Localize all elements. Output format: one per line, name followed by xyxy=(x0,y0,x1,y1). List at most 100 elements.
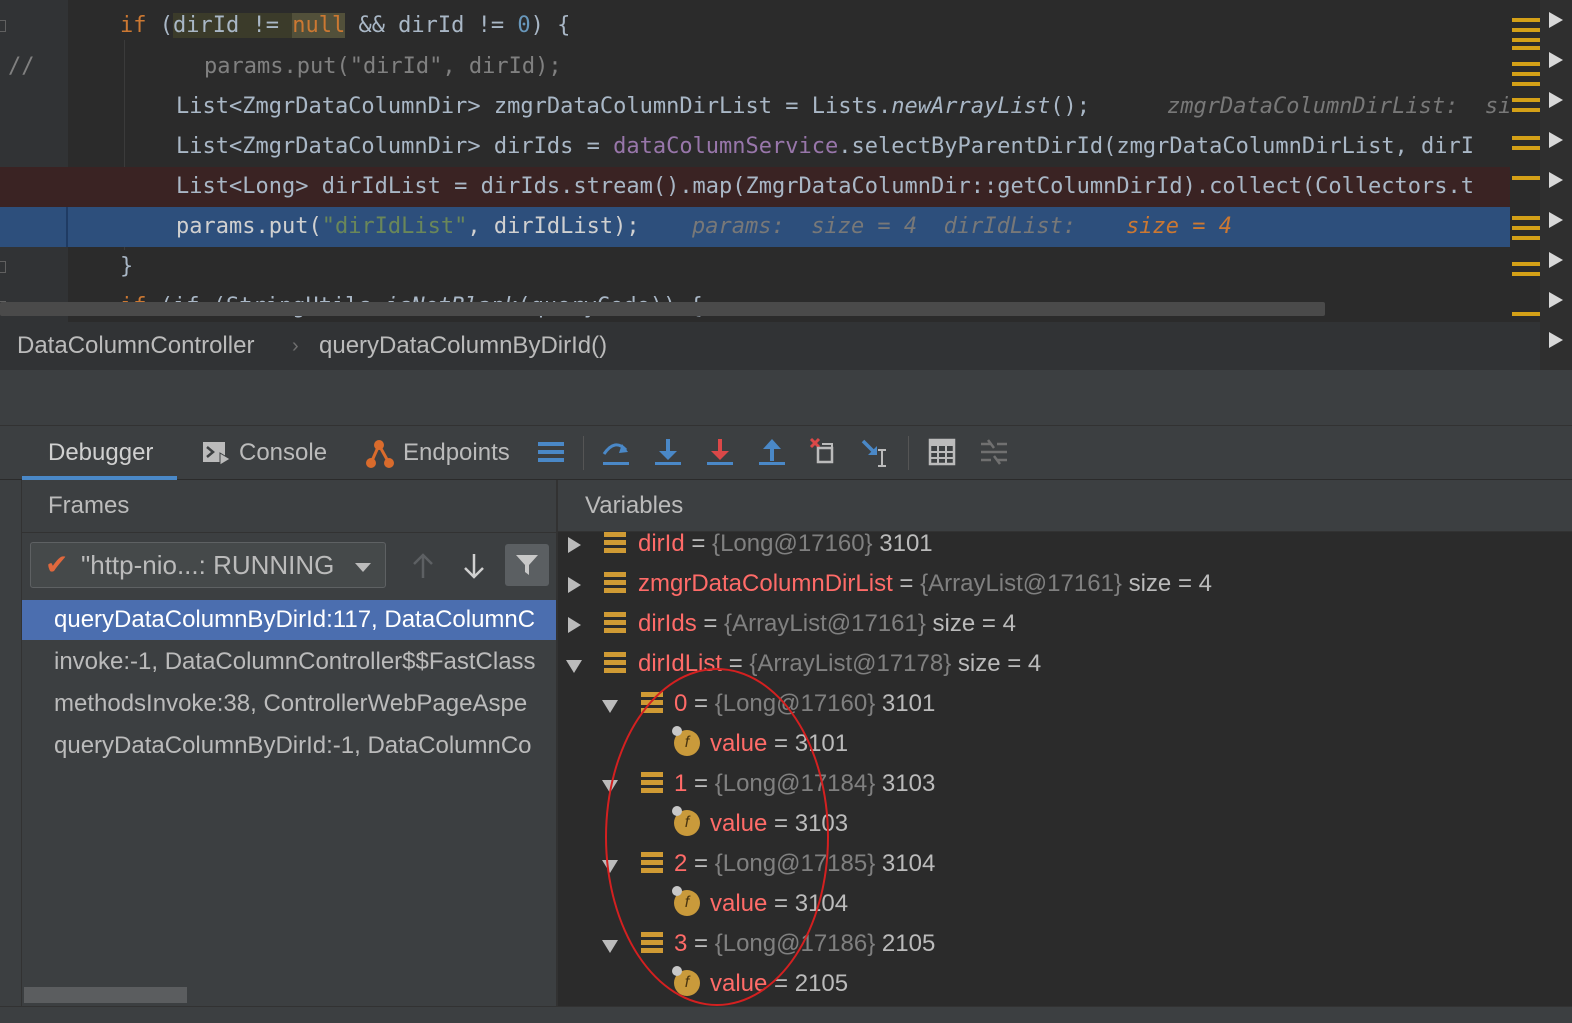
variable-icon xyxy=(604,612,626,634)
fold-icon[interactable] xyxy=(0,20,6,32)
error-stripe-marker[interactable] xyxy=(1512,108,1540,112)
error-stripe-marker[interactable] xyxy=(1512,98,1540,102)
variable-row[interactable]: dirId = {Long@17160} 3101 xyxy=(558,524,1558,564)
tab-debugger[interactable]: Debugger xyxy=(48,426,153,480)
code-text: if (dirId != null && dirId != 0) { xyxy=(120,13,571,38)
variable-value: size = 4 xyxy=(951,650,1042,677)
code-text: List<ZmgrDataColumnDir> dirIds = dataCol… xyxy=(176,134,1475,159)
play-arrow-icon[interactable] xyxy=(1549,52,1563,68)
variable-row[interactable]: zmgrDataColumnDirList = {ArrayList@17161… xyxy=(558,564,1558,604)
collapse-arrow-icon[interactable] xyxy=(602,700,618,713)
line-gutter xyxy=(0,207,68,247)
play-arrow-icon[interactable] xyxy=(1549,92,1563,108)
error-stripe-marker[interactable] xyxy=(1512,18,1540,22)
error-stripe-marker[interactable] xyxy=(1512,262,1540,266)
inline-debug-value: size = 4 xyxy=(1126,214,1232,239)
play-arrow-icon[interactable] xyxy=(1549,172,1563,188)
variable-icon xyxy=(604,652,626,674)
error-stripe-marker[interactable] xyxy=(1512,236,1540,240)
play-arrow-icon[interactable] xyxy=(1549,332,1563,348)
error-stripe-marker[interactable] xyxy=(1512,38,1540,42)
endpoints-icon xyxy=(366,440,394,468)
frame-row[interactable]: queryDataColumnByDirId:-1, DataColumnCo xyxy=(22,726,556,766)
code-line[interactable]: if (dirId != null && dirId != 0) { xyxy=(0,6,1510,46)
breakpoint-line[interactable]: List<Long> dirIdList = dirIds.stream().m… xyxy=(0,167,1510,207)
breadcrumb-separator: › xyxy=(292,335,299,357)
field-value: 2105 xyxy=(794,970,849,997)
tab-endpoints[interactable]: Endpoints xyxy=(403,426,510,480)
code-text: } xyxy=(120,254,134,279)
step-out-icon[interactable] xyxy=(756,436,788,468)
error-stripe-marker[interactable] xyxy=(1512,216,1540,220)
code-text: params.put("dirIdList", dirIdList); xyxy=(176,214,640,239)
play-arrow-icon[interactable] xyxy=(1549,252,1563,268)
thread-selector[interactable]: ✔ "http-nio...: RUNNING xyxy=(30,542,386,588)
code-line[interactable]: List<ZmgrDataColumnDir> zmgrDataColumnDi… xyxy=(0,87,1510,127)
variable-name: dirIds xyxy=(638,610,697,637)
expand-arrow-icon[interactable] xyxy=(568,617,581,633)
collapse-arrow-icon[interactable] xyxy=(602,940,618,953)
frame-row[interactable]: queryDataColumnByDirId:117, DataColumnC xyxy=(22,600,556,640)
breadcrumb: DataColumnController › queryDataColumnBy… xyxy=(0,322,1540,370)
fold-icon[interactable] xyxy=(0,261,6,273)
line-gutter xyxy=(0,87,68,127)
frame-row[interactable]: invoke:-1, DataColumnController$$FastCla… xyxy=(22,642,556,682)
panel-splitter[interactable] xyxy=(0,370,1572,426)
variable-type: {ArrayList@17161} xyxy=(724,610,926,637)
toolbar-separator xyxy=(583,436,584,470)
filter-button[interactable] xyxy=(505,544,549,586)
breadcrumb-class[interactable]: DataColumnController xyxy=(17,322,254,370)
play-arrow-icon[interactable] xyxy=(1549,292,1563,308)
variable-icon xyxy=(604,532,626,554)
frame-row[interactable]: methodsInvoke:38, ControllerWebPageAspe xyxy=(22,684,556,724)
error-stripe-marker[interactable] xyxy=(1512,176,1540,180)
error-stripe-marker[interactable] xyxy=(1512,28,1540,32)
error-stripe-marker[interactable] xyxy=(1512,272,1540,276)
threads-icon[interactable] xyxy=(536,436,568,468)
step-into-icon[interactable] xyxy=(652,436,684,468)
execution-line[interactable]: params.put("dirIdList", dirIdList); para… xyxy=(0,207,1510,247)
drop-frame-icon[interactable] xyxy=(808,436,840,468)
status-bar xyxy=(0,1006,1572,1023)
step-over-icon[interactable] xyxy=(600,436,632,468)
error-stripe-marker[interactable] xyxy=(1512,312,1540,316)
expand-arrow-icon[interactable] xyxy=(568,577,581,593)
error-stripe-marker[interactable] xyxy=(1512,82,1540,86)
evaluate-icon[interactable] xyxy=(926,436,958,468)
error-stripe-marker[interactable] xyxy=(1512,136,1540,140)
run-to-cursor-icon[interactable] xyxy=(860,436,892,468)
code-editor[interactable]: if (dirId != null && dirId != 0) { // pa… xyxy=(0,0,1572,322)
horizontal-scrollbar[interactable] xyxy=(0,302,1325,316)
collapse-arrow-icon[interactable] xyxy=(566,660,582,673)
error-stripe-marker[interactable] xyxy=(1512,146,1540,150)
error-stripe-marker[interactable] xyxy=(1512,226,1540,230)
arrow-up-icon[interactable] xyxy=(410,552,436,580)
play-arrow-icon[interactable] xyxy=(1549,132,1563,148)
line-gutter xyxy=(0,247,68,287)
frames-scrollbar[interactable] xyxy=(24,987,187,1003)
force-step-into-icon[interactable] xyxy=(704,436,736,468)
code-line[interactable]: // params.put("dirId", dirId); xyxy=(0,47,1510,87)
play-arrow-icon[interactable] xyxy=(1549,212,1563,228)
code-text: params.put("dirId", dirId); xyxy=(204,54,562,79)
line-gutter xyxy=(0,6,68,46)
panel-edge xyxy=(0,480,22,1023)
variable-value: 3101 xyxy=(875,690,936,717)
play-arrow-icon[interactable] xyxy=(1549,12,1563,28)
error-stripe-marker[interactable] xyxy=(1512,62,1540,66)
error-stripe-marker[interactable] xyxy=(1512,72,1540,76)
expand-arrow-icon[interactable] xyxy=(568,537,581,553)
code-text: List<ZmgrDataColumnDir> zmgrDataColumnDi… xyxy=(176,94,1090,119)
tab-console[interactable]: Console xyxy=(239,426,327,480)
debug-toolbar: Debugger Console Endpoints xyxy=(0,426,1572,480)
variable-icon xyxy=(604,572,626,594)
variable-row[interactable]: dirIds = {ArrayList@17161} size = 4 xyxy=(558,604,1558,644)
trace-icon[interactable] xyxy=(978,436,1010,468)
arrow-down-icon[interactable] xyxy=(461,552,487,580)
code-text: List<Long> dirIdList = dirIds.stream().m… xyxy=(176,174,1475,199)
code-line[interactable]: } xyxy=(0,247,1510,287)
comment-marker: // xyxy=(8,54,35,79)
breadcrumb-method[interactable]: queryDataColumnByDirId() xyxy=(319,322,607,370)
code-line[interactable]: List<ZmgrDataColumnDir> dirIds = dataCol… xyxy=(0,127,1510,167)
error-stripe-marker[interactable] xyxy=(1512,46,1540,50)
